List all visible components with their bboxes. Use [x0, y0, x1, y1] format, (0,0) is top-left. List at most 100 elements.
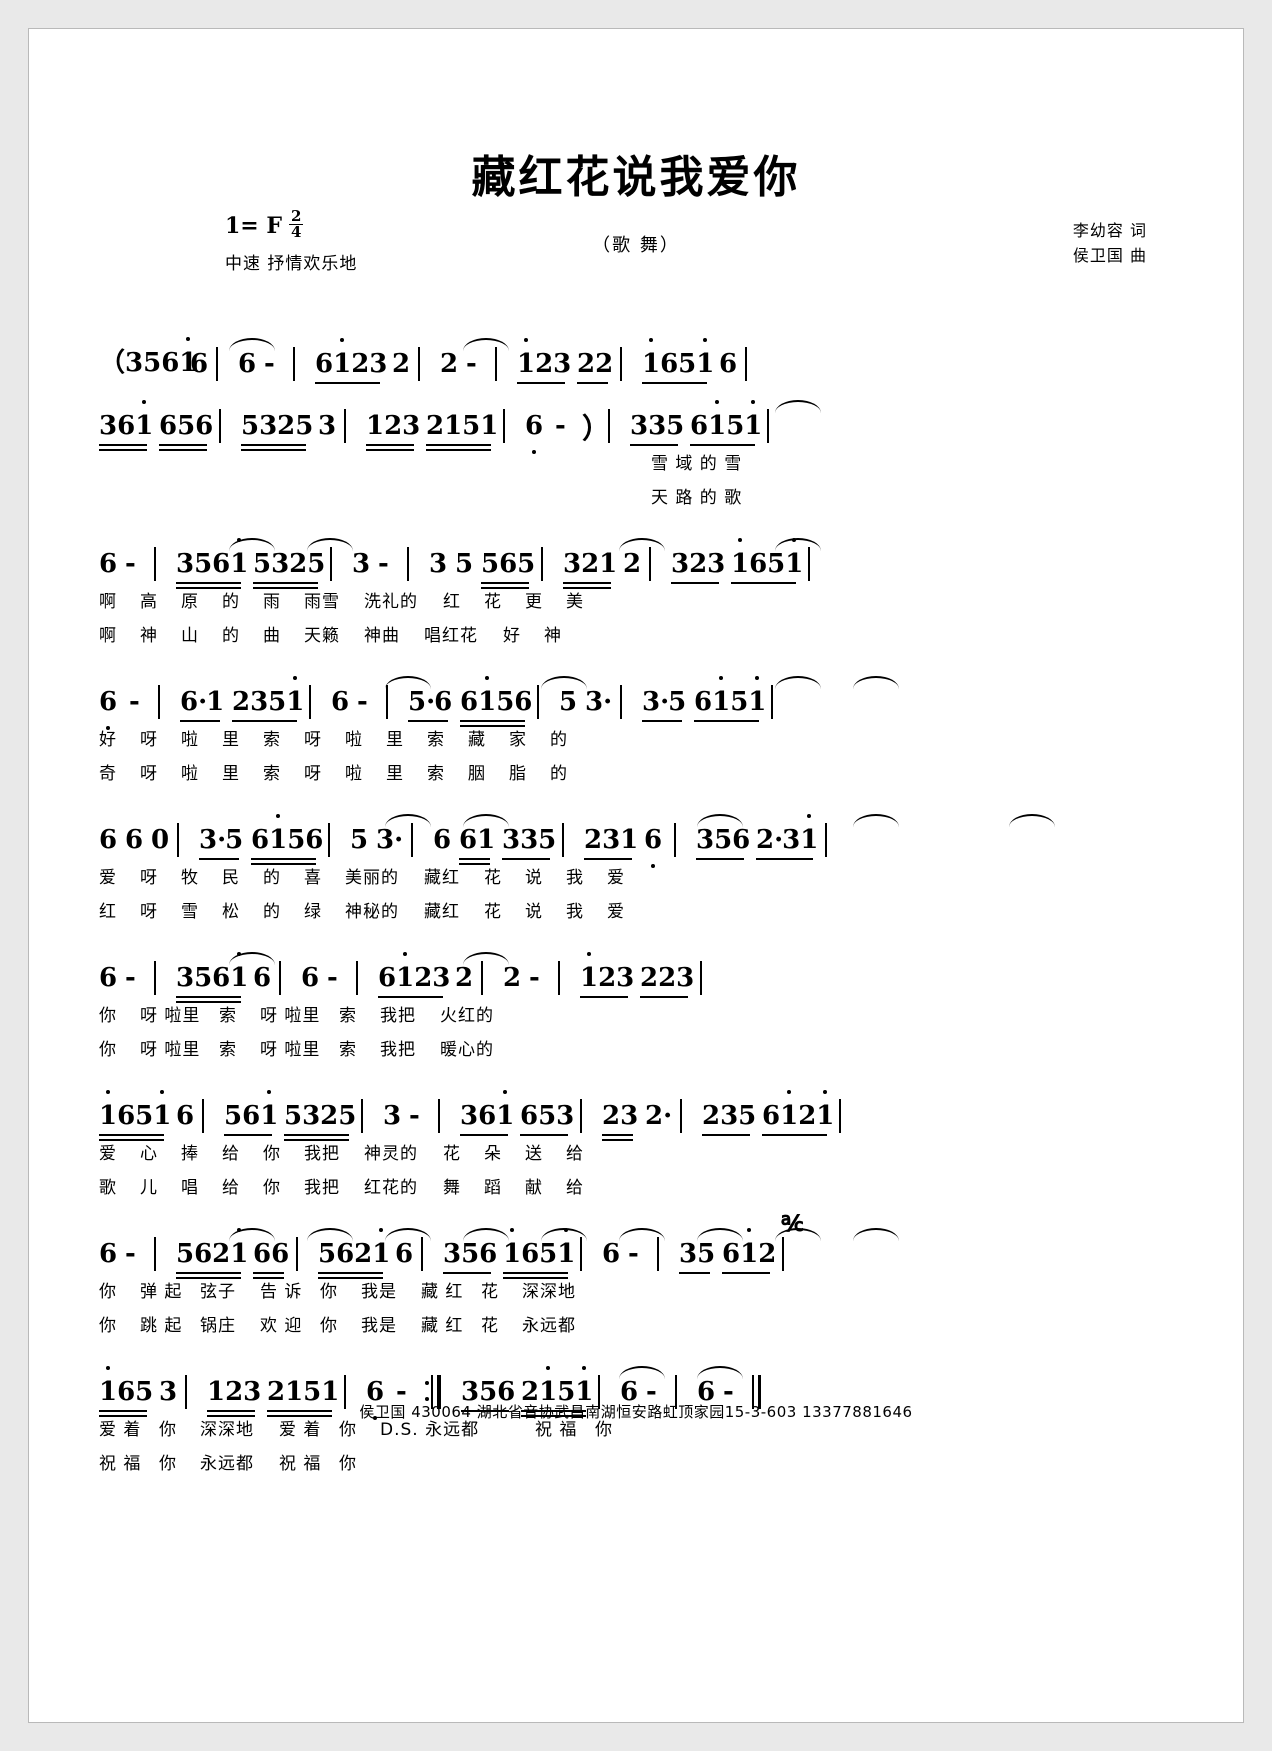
- lyricist-credit: 李幼容 词: [1072, 221, 1147, 240]
- slur-arc: [229, 338, 275, 351]
- barline: [537, 685, 539, 719]
- note-group: 123: [366, 411, 421, 441]
- lyric-syllable: 你: [263, 1144, 281, 1164]
- beam-line: [176, 996, 241, 998]
- barline: [219, 409, 221, 443]
- note-group: 1 651: [642, 338, 714, 379]
- duration-dash: -: [409, 1101, 420, 1131]
- slur-arc: [1009, 814, 1055, 827]
- lyric-row: 红 呀 雪 松 的 绿 神秘的 藏红 花 说 我 爱: [91, 897, 1181, 931]
- tempo-marking: 中速 抒情欢乐地: [225, 254, 358, 274]
- lyric-syllable: 神灵的: [364, 1144, 418, 1164]
- beam-line: [702, 1134, 750, 1136]
- beam-line: [679, 1272, 710, 1274]
- lyric-syllable: 民: [222, 868, 240, 888]
- barline: [767, 409, 769, 443]
- lyric-syllable: 给: [566, 1144, 584, 1164]
- lyric-syllable: 啦: [345, 730, 363, 750]
- lyric-syllable: 我是: [361, 1282, 397, 1302]
- note-group: 6: [395, 1239, 414, 1269]
- barline: [279, 961, 281, 995]
- duration-dash: -: [125, 549, 136, 579]
- beam-line: [224, 1134, 272, 1136]
- beam-line: [460, 1134, 508, 1136]
- lyric-syllable: 呀: [140, 902, 158, 922]
- system-gap: [91, 387, 1181, 397]
- barline: [674, 823, 676, 857]
- lyric-syllable: 胭: [468, 764, 486, 784]
- lyric-syllable: 红: [443, 592, 461, 612]
- beam-line: [378, 996, 443, 998]
- lyric-syllable: 啦: [181, 764, 199, 784]
- lyric-syllable: 爱: [607, 868, 625, 888]
- barline: [620, 685, 622, 719]
- note-group: 6: [99, 1239, 118, 1269]
- system-gap: [91, 1207, 1181, 1225]
- lyric-syllable: 呀: [140, 868, 158, 888]
- note-group: 61 51: [690, 400, 762, 441]
- lyric-syllable: 送: [525, 1144, 543, 1164]
- barline: [296, 1237, 298, 1271]
- beam-line: [563, 582, 611, 584]
- lyric-syllable: 舞: [443, 1178, 461, 1198]
- lyric-syllable: 藏 红: [421, 1316, 464, 1336]
- note-group: 6: [301, 963, 320, 993]
- lyric-syllable: 你: [263, 1178, 281, 1198]
- lyric-syllable: 跳 起: [140, 1316, 183, 1336]
- lyric-syllable: 更: [525, 592, 543, 612]
- slur-arc: [619, 538, 665, 551]
- lyric-syllable: 神: [140, 626, 158, 646]
- note-group: 5325: [284, 1101, 357, 1131]
- beam-line: [253, 1272, 284, 1274]
- beam-line: [459, 858, 490, 860]
- beam-line: [232, 720, 297, 722]
- beam-line: [762, 1134, 827, 1136]
- lyric-syllable: 的: [222, 626, 240, 646]
- note-group: 653: [520, 1101, 575, 1131]
- lyric-syllable: 我把: [380, 1006, 416, 1026]
- lyric-syllable: 爱: [99, 1144, 117, 1164]
- slur-arc: [853, 814, 899, 827]
- footer-contact: 侯卫国 430064 湖北省音协武昌南湖恒安路虹顶家园15-3-603 1337…: [359, 1403, 913, 1421]
- notation-row: 361 656 5325 3 123 2151 6-） 335 61 51: [91, 397, 1181, 454]
- barline: [411, 823, 413, 857]
- lyric-syllable: 呀: [304, 764, 322, 784]
- lyric-syllable: 天籁: [304, 626, 340, 646]
- lyric-row: 你呀 啦里索呀 啦里索我把 暖心的: [91, 1035, 1181, 1069]
- lyric-syllable: 唱: [181, 1178, 199, 1198]
- duration-dash: -: [466, 349, 477, 379]
- beam-line: [241, 444, 306, 446]
- note-group: 356: [696, 825, 751, 855]
- system-gap: [91, 1483, 1181, 1501]
- lyric-syllable: 里: [386, 730, 404, 750]
- lyric-syllable: 牧: [181, 868, 199, 888]
- lyric-syllable: 我: [566, 902, 584, 922]
- lyric-syllable: 奇: [99, 764, 117, 784]
- beam-line: [180, 720, 220, 722]
- slur-arc: [229, 952, 275, 965]
- note-group: 1 651: [731, 538, 803, 579]
- lyric-syllable: 松: [222, 902, 240, 922]
- lyric-syllable: 里: [222, 764, 240, 784]
- note-group: 6: [99, 687, 117, 730]
- lyric-syllable: 藏 红: [421, 1282, 464, 1302]
- lyric-syllable: 美: [566, 592, 584, 612]
- barline: [620, 347, 622, 381]
- duration-dash: -: [357, 687, 368, 717]
- duration-dash: -: [129, 687, 140, 717]
- note-group: 3: [429, 549, 448, 579]
- barline: [481, 961, 483, 995]
- note-group: 61 56: [251, 814, 323, 855]
- lyric-syllable: 呀 啦里: [260, 1040, 321, 1060]
- barline: [541, 547, 543, 581]
- lyric-syllable: 雪 域 的 雪: [651, 454, 743, 474]
- notation-row: 6-3561 6 6-61 23 2 2-1 23 223: [91, 949, 1181, 1003]
- barline: [825, 823, 827, 857]
- lyric-syllable: 朵: [484, 1144, 502, 1164]
- lyric-syllable: 呀: [140, 730, 158, 750]
- barline: [745, 347, 747, 381]
- lyric-syllable: 给: [222, 1178, 240, 1198]
- lyric-syllable: 心: [140, 1144, 158, 1164]
- note-group: 2·31: [756, 814, 818, 855]
- lyric-row: 爱 心 捧 给 你 我把 神灵的 花 朵 送 给: [91, 1139, 1181, 1173]
